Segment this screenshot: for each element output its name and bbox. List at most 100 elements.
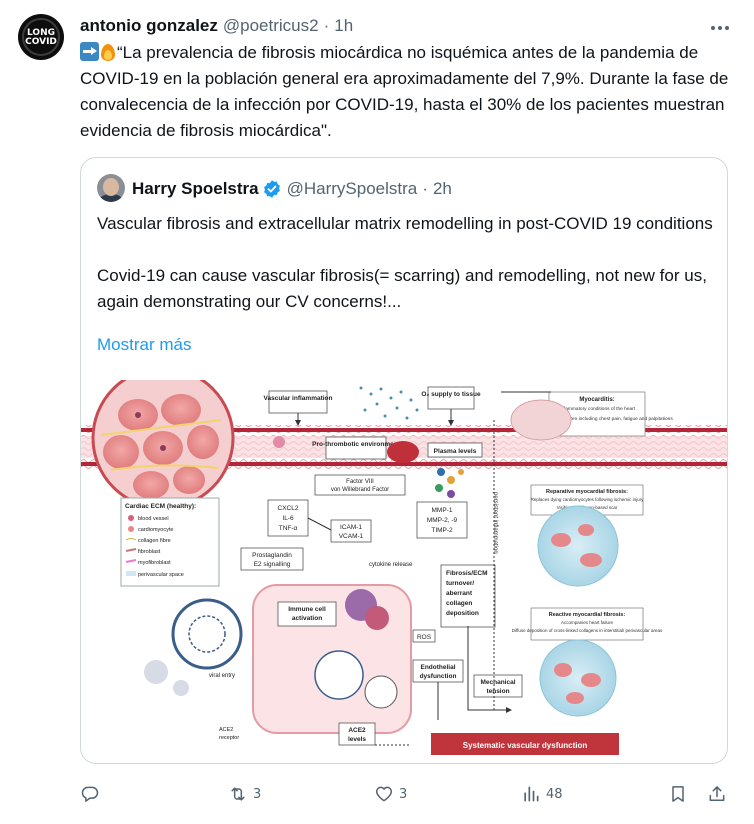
fire-emoji — [100, 42, 116, 61]
quoted-figure[interactable]: Cardiac ECM (healthy): blood vessel card… — [81, 380, 727, 763]
legend-myofibroblast: myofibroblast — [138, 560, 171, 566]
reply-button[interactable] — [80, 781, 100, 807]
fibrosis-ecm-line4: collagen — [446, 600, 472, 607]
share-icon — [709, 786, 725, 801]
retweet-button[interactable]: 3 — [228, 781, 261, 807]
endothelial-line1: Endothelial — [420, 664, 455, 671]
pro-thrombotic-label: Pro-thrombotic environment — [312, 441, 401, 448]
persistent-inflammation-label: persistent inflammation — [492, 492, 498, 554]
like-count: 3 — [399, 786, 408, 802]
share-button[interactable] — [707, 781, 727, 807]
separator-dot: · — [323, 16, 330, 35]
tweet-header: antonio gonzalez @poetricus2 · 1h — [80, 16, 353, 36]
tweet-text: “La prevalencia de fibrosis miocárdica n… — [80, 40, 730, 144]
timp2-label: TIMP-2 — [431, 527, 453, 534]
mmp29-label: MMP-2, -9 — [427, 517, 458, 524]
views-button[interactable]: 48 — [521, 781, 563, 807]
quoted-paragraph-1: Vascular fibrosis and extracellular matr… — [97, 214, 713, 233]
vwf-label: von Willebrand Factor — [331, 487, 389, 493]
legend-perivascular-space: perivascular space — [138, 572, 184, 578]
e2-signalling-label: E2 signalling — [254, 561, 291, 568]
right-arrow-emoji — [80, 42, 99, 61]
reactive-bullet-1: Accompanies heart failure — [561, 620, 614, 625]
cytokine-release-label: cytokine release — [369, 562, 413, 568]
ace2-levels-line1: ACE2 — [348, 727, 366, 734]
immune-cell-line2: activation — [292, 615, 322, 622]
retweet-count: 3 — [253, 786, 262, 802]
vcam1-label: VCAM-1 — [339, 533, 364, 540]
virus-illustration — [144, 598, 243, 696]
legend-blood-vessel: blood vessel — [138, 516, 169, 522]
retweet-icon — [231, 787, 245, 801]
cardiac-ecm-title: Cardiac ECM (healthy): — [125, 503, 196, 510]
quoted-tweet-text: Vascular fibrosis and extracellular matr… — [97, 211, 713, 315]
quoted-author-name[interactable]: Harry Spoelstra — [132, 179, 259, 199]
fibrosis-ecm-line2: turnover/ — [446, 580, 474, 587]
immune-cell-region: Immune cell activation — [252, 584, 412, 734]
o2-supply-label: O₂ supply to tissue — [421, 391, 481, 398]
author-avatar[interactable]: LONG COVID — [18, 14, 64, 60]
immune-cell-line1: Immune cell — [288, 606, 326, 613]
factor-viii-label: Factor VIII — [346, 479, 374, 485]
reparative-fibrosis-panel: Reparative myocardial fibrosis: Replaces… — [530, 484, 645, 587]
cardiac-ecm-legend: Cardiac ECM (healthy): blood vessel card… — [120, 497, 220, 587]
views-icon — [524, 786, 539, 802]
avatar-text-line2: COVID — [25, 37, 57, 47]
il6-label: IL-6 — [282, 515, 294, 522]
like-button[interactable]: 3 — [374, 781, 407, 807]
quoted-tweet-time[interactable]: 2h — [433, 179, 452, 199]
reactive-fibrosis-panel: Reactive myocardial fibrosis: Accompanie… — [512, 607, 663, 717]
mmp1-label: MMP-1 — [432, 507, 453, 514]
author-handle[interactable]: @poetricus2 — [223, 16, 319, 36]
vascular-inflammation-label: Vascular inflammation — [264, 395, 333, 402]
show-more-link[interactable]: Mostrar más — [97, 335, 191, 355]
fibrosis-ecm-line3: aberrant — [446, 590, 473, 597]
quoted-tweet[interactable]: Harry Spoelstra @HarrySpoelstra · 2h Vas… — [80, 157, 728, 764]
cardiac-tissue-illustration — [91, 380, 235, 510]
legend-fibroblast: fibroblast — [138, 549, 161, 555]
prostaglandin-label: Prostaglandin — [252, 552, 292, 559]
viral-entry-label: viral entry — [209, 673, 235, 679]
action-bar: 3 3 48 — [80, 781, 730, 807]
reactive-title: Reactive myocardial fibrosis: — [549, 612, 626, 618]
oxygen-dots — [359, 386, 419, 420]
endothelial-line2: dysfunction — [420, 673, 457, 680]
reply-icon — [81, 786, 99, 802]
icam1-label: ICAM-1 — [340, 524, 362, 531]
separator-dot: · — [422, 179, 428, 198]
cxcl2-label: CXCL2 — [278, 505, 299, 512]
plasma-levels-label: Plasma levels — [434, 448, 477, 455]
tnf-label: TNF-α — [279, 525, 298, 532]
mechanical-line2: tension — [486, 688, 509, 695]
ace2-levels-line2: levels — [348, 736, 366, 743]
tweet: LONG COVID antonio gonzalez @poetricus2 … — [0, 0, 754, 824]
plasma-markers — [435, 468, 464, 498]
bookmark-button[interactable] — [668, 781, 688, 807]
reparative-bullet-1: Replaces dying cardiomyocytes following … — [531, 497, 645, 502]
legend-cardiomyocyte: cardiomyocyte — [138, 527, 173, 533]
quoted-paragraph-2: Covid-19 can cause vascular fibrosis(= s… — [97, 266, 707, 311]
fibrosis-ecm-line5: deposition — [446, 610, 479, 617]
heart-icon — [375, 786, 393, 802]
tweet-time[interactable]: 1h — [334, 16, 353, 36]
reactive-bullet-2: Diffuse deposition of cross-linked colla… — [512, 628, 663, 633]
clot — [387, 441, 419, 463]
fibrosis-ecm-box: Fibrosis/ECM turnover/ aberrant collagen… — [440, 564, 496, 628]
bookmark-icon — [672, 786, 684, 802]
reparative-title: Reparative myocardial fibrosis: — [546, 489, 628, 495]
mechanical-line1: Mechanical — [480, 679, 515, 686]
views-count: 48 — [546, 786, 563, 802]
ace2-receptor-line1: ACE2 — [219, 727, 233, 733]
tweet-body: “La prevalencia de fibrosis miocárdica n… — [80, 43, 729, 140]
ros-label: ROS — [417, 634, 432, 641]
platelet — [273, 436, 285, 448]
myocarditis-bullet-1: Inflammatory conditions of the heart — [559, 406, 636, 412]
legend-collagen-fibre: collagen fibre — [138, 538, 171, 544]
quoted-author-avatar[interactable] — [97, 174, 125, 202]
systematic-dysfunction-label: Systematic vascular dysfunction — [463, 741, 588, 750]
author-name[interactable]: antonio gonzalez — [80, 16, 218, 36]
quoted-author-handle[interactable]: @HarrySpoelstra — [287, 179, 418, 199]
fibrosis-ecm-line1: Fibrosis/ECM — [446, 570, 488, 577]
ellipsis-icon[interactable] — [708, 18, 732, 38]
myocarditis-title: Myocarditis: — [579, 397, 614, 403]
